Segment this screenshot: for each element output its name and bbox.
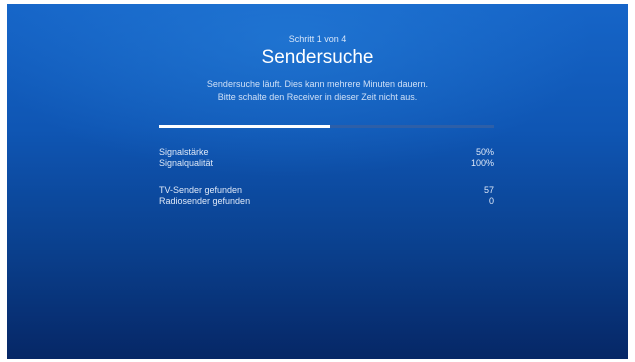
tv-channels-found-row: TV-Sender gefunden 57	[159, 185, 494, 196]
status-message-line-2: Bitte schalte den Receiver in dieser Zei…	[217, 92, 418, 102]
signal-quality-value: 100%	[470, 158, 494, 168]
radio-channels-found-label: Radiosender gefunden	[159, 196, 251, 206]
signal-strength-row: Signalstärke 50%	[159, 147, 494, 158]
signal-quality-row: Signalqualität 100%	[159, 158, 494, 169]
status-message-line-1: Sendersuche läuft. Dies kann mehrere Min…	[206, 79, 429, 89]
signal-quality-label: Signalqualität	[159, 158, 214, 168]
step-indicator: Schritt 1 von 4	[288, 34, 347, 44]
page-title: Sendersuche	[261, 47, 374, 68]
signal-strength-label: Signalstärke	[159, 147, 209, 157]
radio-channels-found-value: 0	[488, 196, 494, 206]
search-progress-bar	[159, 125, 494, 128]
radio-channels-found-row: Radiosender gefunden 0	[159, 196, 494, 207]
tv-channels-found-value: 57	[483, 185, 494, 195]
search-progress-fill	[159, 125, 330, 128]
tv-channels-found-label: TV-Sender gefunden	[159, 185, 243, 195]
signal-strength-value: 50%	[475, 147, 494, 157]
channel-search-screen: Schritt 1 von 4 Sendersuche Sendersuche …	[7, 4, 628, 359]
